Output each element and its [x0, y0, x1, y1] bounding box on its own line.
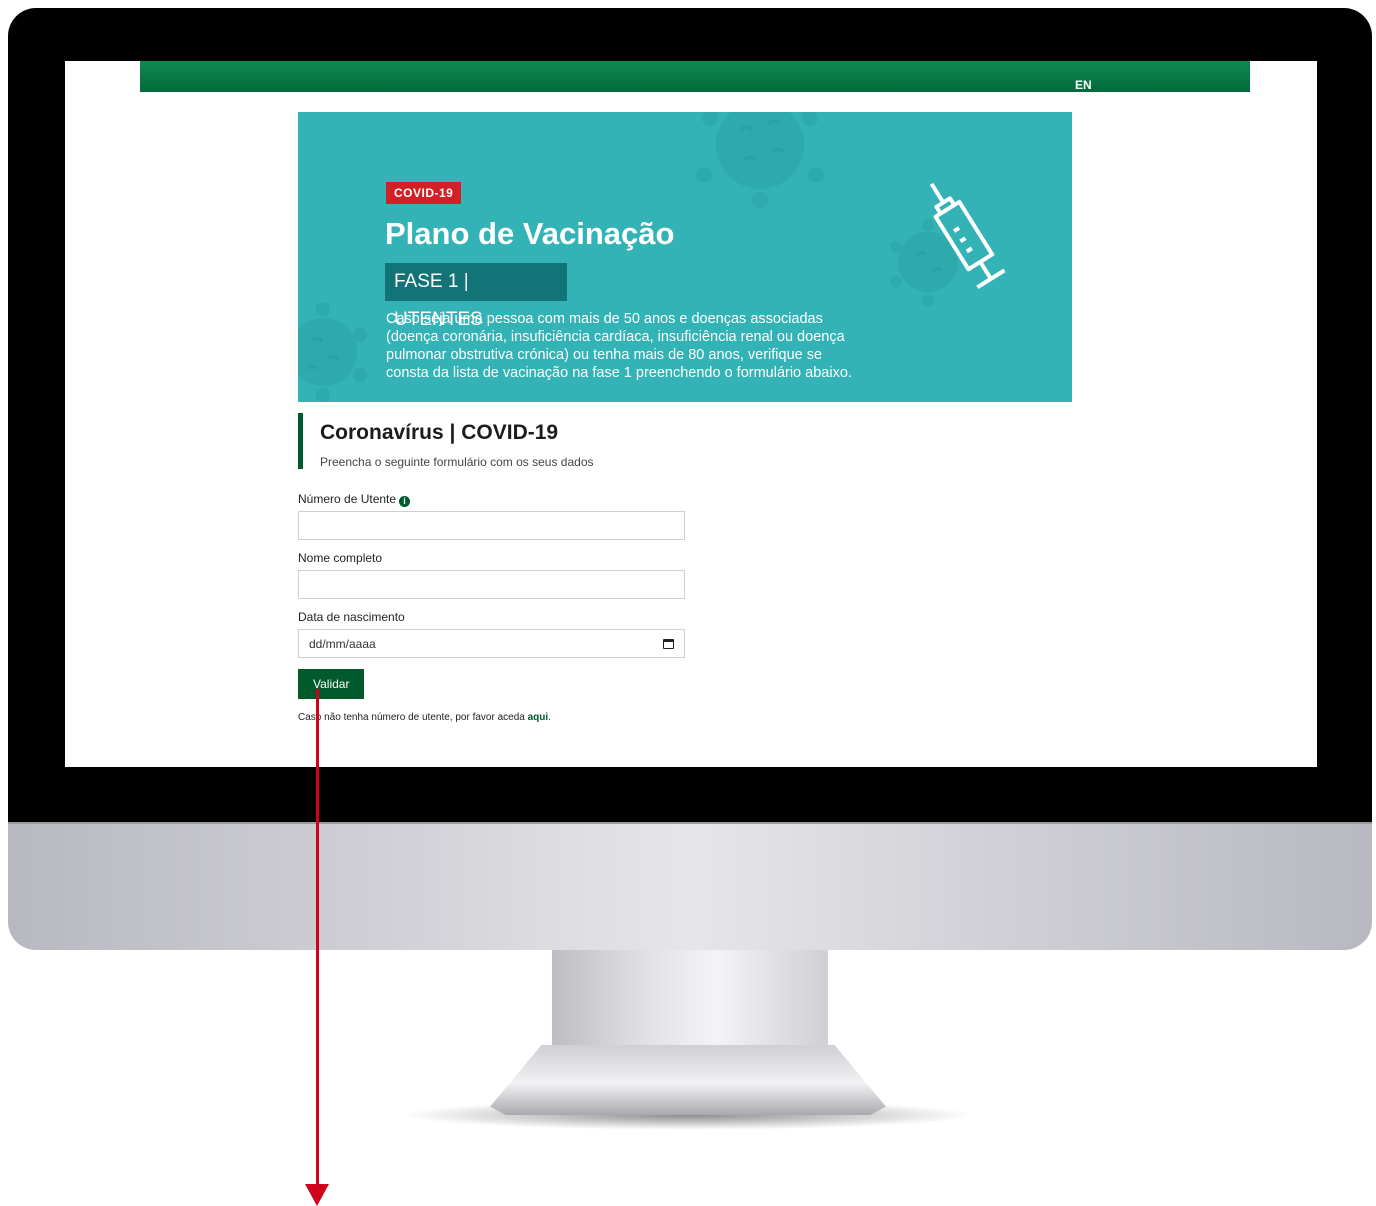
- syringe-icon: [929, 182, 1006, 290]
- info-icon[interactable]: i: [399, 496, 411, 507]
- monitor-screen: EN COVID-19 Plano de Vacinação FASE 1 | …: [65, 61, 1317, 767]
- top-bar: EN: [140, 61, 1250, 92]
- language-switch-link[interactable]: EN: [1075, 78, 1092, 92]
- phase-label: FASE 1 | UTENTES: [385, 263, 567, 330]
- birth-date-input[interactable]: dd/mm/aaaa: [298, 629, 685, 658]
- calendar-icon[interactable]: [663, 638, 674, 649]
- banner-description: Caso seja uma pessoa com mais de 50 anos…: [386, 311, 852, 381]
- no-utente-note-end: .: [548, 712, 551, 723]
- no-utente-link[interactable]: aqui: [528, 712, 549, 723]
- no-utente-note-text: Caso não tenha número de utente, por fav…: [298, 712, 525, 723]
- covid-badge: COVID-19: [386, 182, 462, 204]
- full-name-input[interactable]: [298, 570, 685, 599]
- annotation-arrow-line: [316, 689, 319, 1187]
- full-name-label: Nome completo: [298, 551, 383, 565]
- monitor-chin: [8, 822, 1372, 950]
- no-utente-note: Caso não tenha número de utente, por fav…: [298, 712, 551, 723]
- validate-button[interactable]: Validar: [298, 669, 365, 699]
- monitor-stand-neck: [552, 950, 828, 1050]
- banner-title: Plano de Vacinação: [385, 216, 675, 251]
- monitor-stand-base: [490, 1045, 886, 1115]
- virus-icon: [298, 302, 367, 402]
- utente-number-input[interactable]: [298, 511, 685, 540]
- form-subtitle: Preencha o seguinte formulário com os se…: [320, 455, 594, 469]
- utente-number-label: Número de Utente i: [298, 492, 411, 507]
- form-section-header: Coronavírus | COVID-19 Preencha o seguin…: [298, 413, 594, 469]
- vaccination-banner: COVID-19 Plano de Vacinação FASE 1 | UTE…: [298, 112, 1072, 402]
- utente-number-label-text: Número de Utente: [298, 492, 397, 506]
- annotation-arrow-head: [305, 1184, 329, 1206]
- birth-date-label: Data de nascimento: [298, 610, 405, 624]
- birth-date-placeholder: dd/mm/aaaa: [309, 636, 376, 651]
- form-title: Coronavírus | COVID-19: [320, 421, 559, 444]
- virus-icon: [696, 112, 824, 208]
